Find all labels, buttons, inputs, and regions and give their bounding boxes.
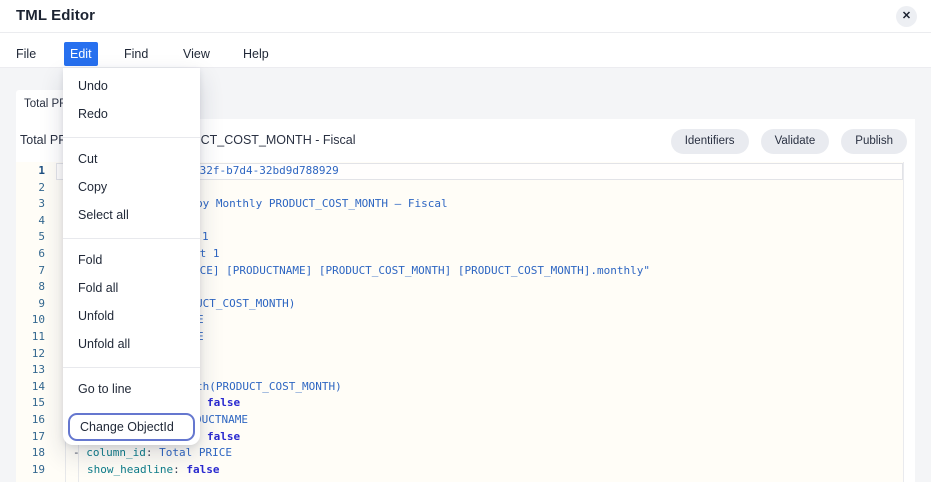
code-line[interactable]: - column_id: Total PRICE [56, 445, 903, 462]
close-icon: ✕ [902, 10, 911, 22]
code-token-val: by Monthly PRODUCT_COST_MONTH — Fiscal [196, 197, 448, 210]
menubar-item-edit[interactable]: Edit [64, 42, 98, 66]
menu-item-unfold-all[interactable]: Unfold all [63, 330, 200, 358]
line-number: 3 [16, 196, 45, 213]
validate-button[interactable]: Validate [761, 129, 830, 154]
line-number: 10 [16, 312, 45, 329]
code-line[interactable]: show_headline: false [56, 462, 903, 479]
code-token-val: th(PRODUCT_COST_MONTH) [196, 380, 342, 393]
menubar-item-view[interactable]: View [177, 42, 216, 66]
menu-item-copy[interactable]: Copy [63, 173, 200, 201]
code-token-bool: false [207, 430, 240, 443]
line-number: 19 [16, 462, 45, 479]
line-number: 14 [16, 379, 45, 396]
code-token-val: DUCTNAME [195, 413, 248, 426]
code-token-val: 1 [202, 230, 209, 243]
menu-item-redo[interactable]: Redo [63, 100, 200, 128]
publish-button[interactable]: Publish [841, 129, 907, 154]
menu-item-cut[interactable]: Cut [63, 145, 200, 173]
line-number: 4 [16, 213, 45, 230]
close-button[interactable]: ✕ [896, 6, 917, 27]
code-token-plain: : [173, 463, 186, 476]
code-token-bool: false [186, 463, 219, 476]
line-number-gutter: 12345678910111213141516171819 [16, 162, 56, 482]
code-token-val: ICE] [PRODUCTNAME] [PRODUCT_COST_MONTH] … [193, 264, 650, 277]
line-number: 18 [16, 445, 45, 462]
workspace: Total PRICE by Monthly PRODUCT_COST_MONT… [0, 68, 931, 482]
line-number: 16 [16, 412, 45, 429]
menubar: File Edit Find View Help [0, 33, 931, 68]
line-number: 8 [16, 279, 45, 296]
line-number: 13 [16, 362, 45, 379]
menu-item-unfold[interactable]: Unfold [63, 302, 200, 330]
code-token-val: 432f-b7d4-32bd9d788929 [193, 164, 339, 177]
menu-separator [63, 238, 200, 239]
header-actions: Identifiers Validate Publish [671, 129, 907, 154]
menubar-item-file[interactable]: File [10, 42, 42, 66]
menu-separator [63, 137, 200, 138]
line-number: 11 [16, 329, 45, 346]
menu-item-change-objectid[interactable]: Change ObjectId [68, 413, 195, 441]
line-number: 9 [16, 296, 45, 313]
menubar-item-help[interactable]: Help [237, 42, 275, 66]
scrollbar-track[interactable] [904, 162, 915, 482]
line-number: 1 [16, 163, 45, 180]
menu-separator [63, 367, 200, 368]
menu-item-fold[interactable]: Fold [63, 246, 200, 274]
code-token-val: Total PRICE [159, 446, 232, 459]
menubar-item-find[interactable]: Find [118, 42, 154, 66]
menu-item-select-all[interactable]: Select all [63, 201, 200, 229]
code-token-val: UCT_COST_MONTH) [196, 297, 295, 310]
line-number: 12 [16, 346, 45, 363]
code-token-key: show_headline [87, 463, 173, 476]
line-number: 5 [16, 229, 45, 246]
code-token-key: column_id [86, 446, 146, 459]
page-title: TML Editor [16, 7, 95, 24]
menu-item-undo[interactable]: Undo [63, 72, 200, 100]
menu-item-go-to-line[interactable]: Go to line [63, 375, 200, 403]
code-token-plain: : [146, 446, 159, 459]
menu-item-fold-all[interactable]: Fold all [63, 274, 200, 302]
edit-dropdown-menu: UndoRedoCutCopySelect allFoldFold allUnf… [63, 68, 200, 445]
code-token-bool: false [207, 396, 240, 409]
line-number: 6 [16, 246, 45, 263]
line-number: 7 [16, 263, 45, 280]
line-number: 2 [16, 180, 45, 197]
code-token-plain: - [73, 446, 86, 459]
line-number: 15 [16, 395, 45, 412]
identifiers-button[interactable]: Identifiers [671, 129, 749, 154]
line-number: 17 [16, 429, 45, 446]
title-bar: TML Editor ✕ [0, 0, 931, 33]
